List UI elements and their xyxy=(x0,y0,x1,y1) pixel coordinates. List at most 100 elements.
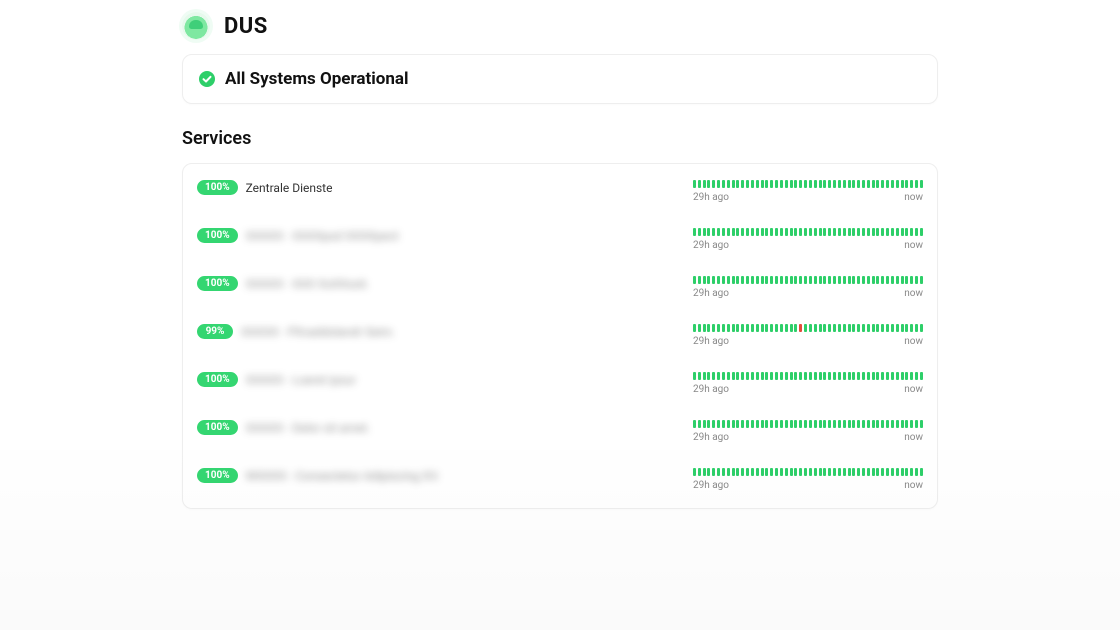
uptime-bar-segment xyxy=(848,180,851,188)
brand-name: DUS xyxy=(224,14,268,39)
uptime-bar-segment xyxy=(823,276,826,284)
uptime-bar-segment xyxy=(852,420,855,428)
uptime-badge: 100% xyxy=(197,276,238,291)
uptime-bar-segment xyxy=(775,180,778,188)
uptime-bar-segment xyxy=(896,276,899,284)
uptime-bar-segment xyxy=(698,228,701,236)
uptime-bar-segment xyxy=(770,324,773,332)
service-row[interactable]: 100%XXXXX - Loeret ipsur29h agonow xyxy=(197,360,923,408)
uptime-bar-segment xyxy=(852,372,855,380)
uptime-bar-segment xyxy=(756,372,759,380)
uptime-bar-segment xyxy=(765,276,768,284)
uptime-bar-segment xyxy=(809,324,812,332)
uptime-bars xyxy=(693,276,923,284)
uptime-bar-segment xyxy=(693,468,696,476)
service-row-left: 100%XXXXX - Delor sit amet. xyxy=(197,420,560,435)
uptime-bar-segment xyxy=(693,228,696,236)
uptime-bar-segment xyxy=(775,420,778,428)
uptime-time-labels: 29h agonow xyxy=(693,432,923,443)
uptime-badge: 100% xyxy=(197,468,238,483)
uptime-bar-segment xyxy=(732,228,735,236)
uptime-bar-segment xyxy=(717,420,720,428)
uptime-bars xyxy=(693,180,923,188)
uptime-bars xyxy=(693,324,923,332)
uptime-bar-segment xyxy=(828,228,831,236)
uptime-bar-segment xyxy=(775,468,778,476)
service-row-left: 100%XXXXX - Loeret ipsur xyxy=(197,372,560,387)
overall-status-card: All Systems Operational xyxy=(182,54,938,104)
service-name: Zentrale Dienste xyxy=(246,181,333,195)
uptime-bar-segment xyxy=(707,372,710,380)
uptime-bar-segment xyxy=(770,276,773,284)
uptime-bar-segment xyxy=(799,276,802,284)
time-end-label: now xyxy=(904,384,923,395)
uptime-bars xyxy=(693,468,923,476)
uptime-bar-segment xyxy=(736,420,739,428)
uptime-bar-segment xyxy=(809,420,812,428)
services-section-title: Services xyxy=(182,128,938,149)
uptime-bar-segment xyxy=(848,420,851,428)
service-row[interactable]: 100% WXXXX - Consectetur Adipiscing XV. 29… xyxy=(197,456,923,504)
uptime-bar-segment xyxy=(707,420,710,428)
time-start-label: 29h ago xyxy=(693,432,729,443)
uptime-bar-segment xyxy=(751,468,754,476)
uptime-bar-segment xyxy=(838,468,841,476)
uptime-bar-segment xyxy=(857,180,860,188)
uptime-badge: 100% xyxy=(197,180,238,195)
uptime-bar-segment xyxy=(852,228,855,236)
service-row[interactable]: 100%XXXXX - XXX XsXXssit.29h agonow xyxy=(197,264,923,312)
uptime-bar-segment xyxy=(819,180,822,188)
uptime-bar-segment xyxy=(703,180,706,188)
uptime-bar-segment xyxy=(790,372,793,380)
service-row[interactable]: 99%XXXXX - PXvaddolandr Seim.29h agonow xyxy=(197,312,923,360)
uptime-bar-segment xyxy=(804,180,807,188)
uptime-bar-segment xyxy=(867,180,870,188)
uptime-bar-segment xyxy=(833,468,836,476)
uptime-bar-segment xyxy=(712,372,715,380)
uptime-bar-segment xyxy=(717,468,720,476)
uptime-bar-segment xyxy=(790,468,793,476)
uptime-bar-segment xyxy=(727,324,730,332)
uptime-bar-segment xyxy=(736,468,739,476)
uptime-bar-segment xyxy=(693,324,696,332)
uptime-bar-segment xyxy=(712,468,715,476)
uptime-bar-segment xyxy=(867,228,870,236)
uptime-bar-segment xyxy=(838,324,841,332)
uptime-bar-segment xyxy=(819,324,822,332)
uptime-bar-segment xyxy=(722,276,725,284)
uptime-bar-segment xyxy=(828,372,831,380)
uptime-bar-segment xyxy=(712,228,715,236)
uptime-bar-segment xyxy=(790,180,793,188)
uptime-bar-segment xyxy=(751,228,754,236)
uptime-bar-segment xyxy=(707,468,710,476)
uptime-bar-segment xyxy=(867,372,870,380)
time-start-label: 29h ago xyxy=(693,288,729,299)
uptime-bar-segment xyxy=(872,468,875,476)
uptime-bar-segment xyxy=(765,468,768,476)
uptime-bar-segment xyxy=(722,372,725,380)
uptime-bar-segment xyxy=(823,372,826,380)
uptime-time-labels: 29h ago now xyxy=(693,288,923,299)
uptime-time-labels: 29h agonow xyxy=(693,480,923,491)
service-row[interactable]: 100%Zentrale Dienste29h agonow xyxy=(197,168,923,216)
uptime-bar-segment xyxy=(819,228,822,236)
uptime-bar-segment xyxy=(843,324,846,332)
uptime-bar-segment xyxy=(751,372,754,380)
uptime-bar-segment xyxy=(814,276,817,284)
time-end-label: now xyxy=(904,288,923,299)
uptime-bar-segment xyxy=(905,372,908,380)
uptime-bar-segment xyxy=(828,420,831,428)
service-row[interactable]: 100%XXXXX - Delor sit amet. 29h agonow xyxy=(197,408,923,456)
uptime-bar-segment xyxy=(693,276,696,284)
uptime-bar-segment xyxy=(843,372,846,380)
uptime-bar-segment xyxy=(741,324,744,332)
uptime-bar-segment xyxy=(843,276,846,284)
service-row[interactable]: 100%XXXXX - XXXXpsd XXXXpect29h agonow xyxy=(197,216,923,264)
uptime-bar-segment xyxy=(746,180,749,188)
uptime-bar-segment xyxy=(896,324,899,332)
uptime-bar-segment xyxy=(780,468,783,476)
uptime-bar-segment xyxy=(809,372,812,380)
uptime-bar-segment xyxy=(717,372,720,380)
service-name: WXXXX - Consectetur Adipiscing XV. xyxy=(246,469,440,483)
uptime-bar-segment xyxy=(804,228,807,236)
